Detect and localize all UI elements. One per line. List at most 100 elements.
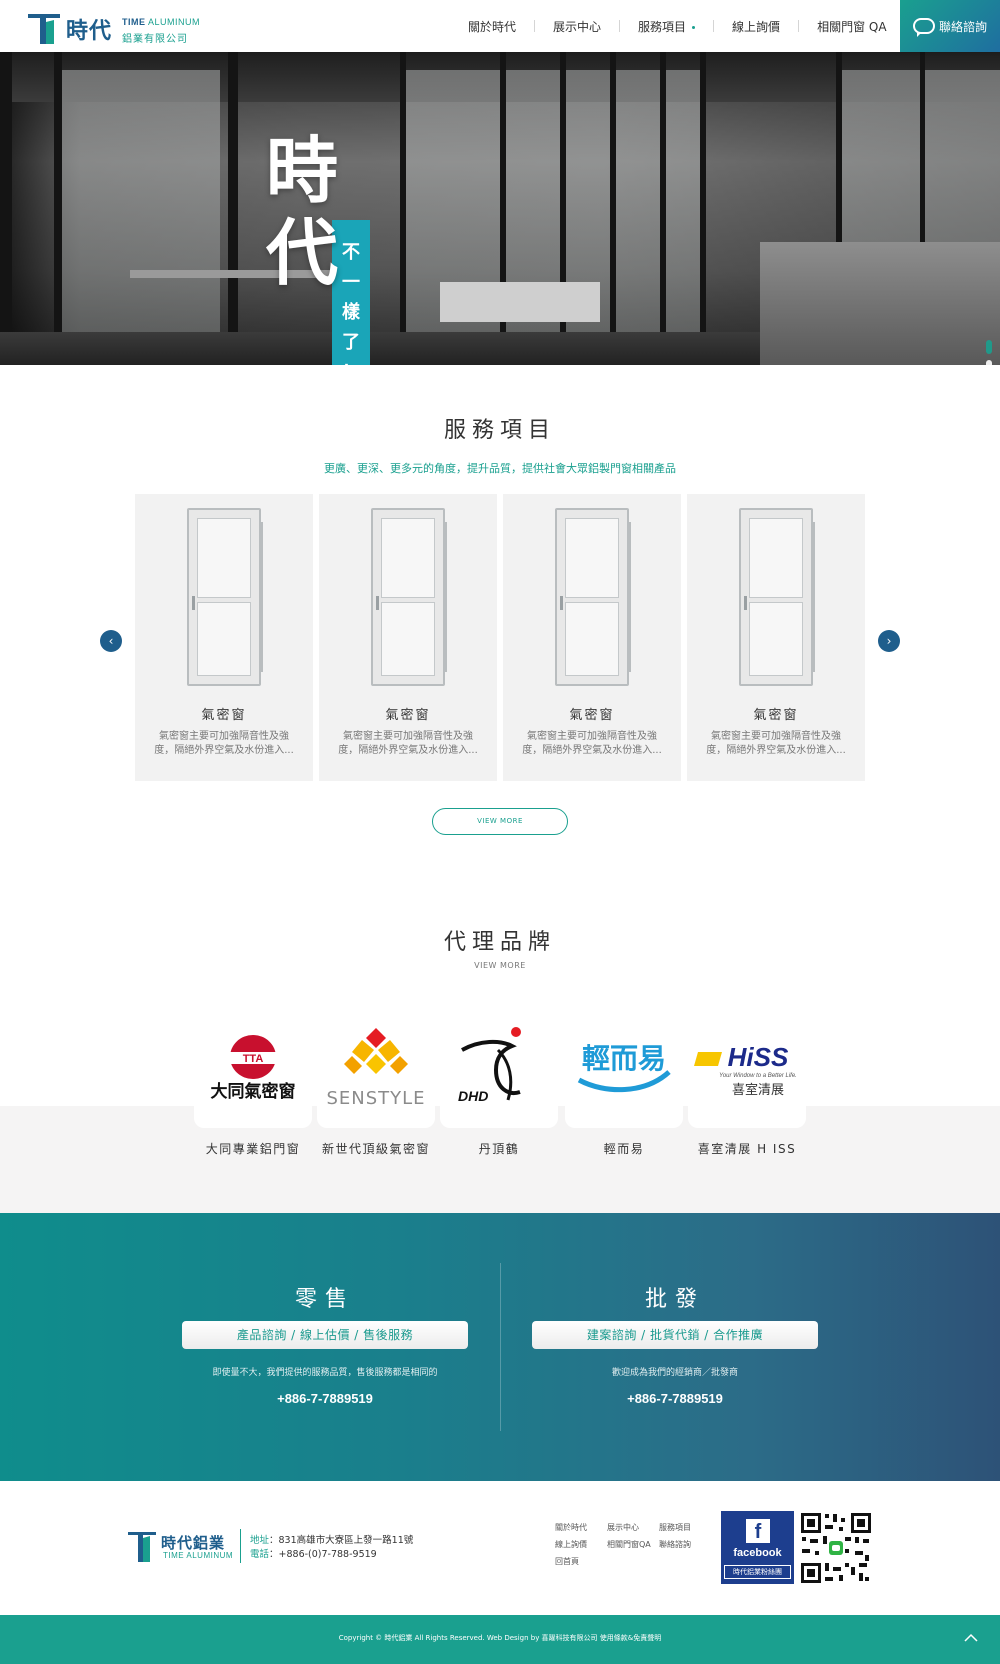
footer-logo-en: TIME ALUMINUM <box>163 1551 233 1560</box>
address-label: 地址 <box>250 1535 270 1546</box>
door-pane <box>749 518 803 598</box>
footer-link-about[interactable]: 關於時代 <box>555 1522 587 1533</box>
dhd-logo-icon: DHD <box>458 1027 521 1104</box>
hero-strip-char: 不 <box>342 242 360 263</box>
hero-frame <box>700 52 706 365</box>
logo-cn-text: 時代 <box>66 19 113 44</box>
door-pane <box>381 518 435 598</box>
hero-counter <box>760 242 1000 365</box>
hiss-logo-tagline: Your Window to a Better Life. <box>719 1073 797 1079</box>
chat-bubble-icon <box>912 18 935 37</box>
carousel-prev-button[interactable]: ‹ <box>100 630 122 652</box>
service-card-desc: 氣密窗主要可加強隔音性及強度，隔絕外界空氣及水份進入... <box>154 731 294 756</box>
logo-en-rest: ALUMINUM <box>148 17 201 27</box>
brand-logo-qingeryi[interactable]: 輕而易 <box>565 1010 683 1128</box>
brand-name[interactable]: 輕而易 <box>554 1140 694 1157</box>
service-card[interactable]: 氣密窗 氣密窗主要可加強隔音性及強度，隔絕外界空氣及水份進入... <box>135 494 313 781</box>
retail-services-button[interactable]: 產品諮詢 / 線上估價 / 售後服務 <box>182 1321 468 1349</box>
footer-link-services[interactable]: 服務項目 <box>659 1522 691 1533</box>
retail-note: 即使量不大，我們提供的服務品質，售後服務都是相同的 <box>212 1368 438 1378</box>
hero-pager-dot[interactable] <box>986 340 992 354</box>
door-handle <box>560 596 563 610</box>
brand-logo-tatung[interactable]: TTA 大同氣密窗 <box>194 1010 312 1128</box>
qr-code-icon <box>799 1511 873 1585</box>
footer-link-qa[interactable]: 相關門窗QA <box>607 1539 651 1550</box>
service-card-title: 氣密窗 <box>569 708 615 723</box>
door-handle <box>192 596 195 610</box>
brand-logo-senstyle[interactable]: SENSTYLE <box>317 1010 435 1128</box>
brand-logo-dhd[interactable]: DHD <box>440 1010 558 1128</box>
band-divider <box>500 1263 501 1431</box>
facebook-wordmark: facebook <box>733 1547 782 1559</box>
footer-logo-cn: 時代鋁業 <box>161 1534 226 1552</box>
service-card-title: 氣密窗 <box>753 708 799 723</box>
footer-link-home[interactable]: 回首頁 <box>555 1556 579 1567</box>
brand-name[interactable]: 大同專業鋁門窗 <box>183 1140 323 1157</box>
door-product-image <box>187 508 263 686</box>
hero-banner: 時 代 不 一 樣 了 ！ <box>0 52 1000 365</box>
brand-name[interactable]: 丹頂鶴 <box>429 1140 569 1157</box>
services-subtitle: 更廣、更深、更多元的角度，提升品質，提供社會大眾鋁製門窗相關產品 <box>324 462 676 475</box>
brand-logo-hiss[interactable]: HiSS Your Window to a Better Life. 喜室清展 <box>688 1010 806 1128</box>
nav-item-qa[interactable]: 相關門窗 QA <box>799 18 904 35</box>
logo-en-bold: TIME <box>122 17 146 27</box>
tatung-logo-text: 大同氣密窗 <box>211 1081 296 1102</box>
retail-phone[interactable]: +886-7-7889519 <box>182 1391 468 1406</box>
door-hinge <box>260 522 263 672</box>
carousel-next-button[interactable]: › <box>878 630 900 652</box>
copyright-bar: Copyright © 時代鋁業 All Rights Reserved. We… <box>0 1615 1000 1664</box>
dhd-logo-text: DHD <box>458 1088 488 1104</box>
nav-item-showroom[interactable]: 展示中心 <box>535 18 619 35</box>
door-handle <box>376 596 379 610</box>
senstyle-logo-icon: SENSTYLE <box>326 1028 425 1109</box>
site-logo[interactable]: 時代 TIME ALUMINUM 鋁業有限公司 <box>26 8 200 46</box>
brand-name[interactable]: 新世代頂級氣密窗 <box>306 1140 446 1157</box>
wholesale-services-button[interactable]: 建案諮詢 / 批貨代銷 / 合作推廣 <box>532 1321 818 1349</box>
site-header: 時代 TIME ALUMINUM 鋁業有限公司 關於時代 展示中心 服務項目 線… <box>0 0 1000 52</box>
hero-frame <box>228 52 238 365</box>
contact-button[interactable]: 聯絡諮詢 <box>900 0 1000 52</box>
dropdown-dot-icon <box>692 25 696 29</box>
footer-contact-info: 地址：831高雄市大寮區上發一路11號 電話：+886-(0)7-788-951… <box>250 1534 413 1562</box>
hero-frame <box>54 52 62 365</box>
wholesale-phone[interactable]: +886-7-7889519 <box>532 1391 818 1406</box>
hero-title: 時 代 <box>266 130 340 294</box>
nav-item-quote[interactable]: 線上詢價 <box>714 18 798 35</box>
wholesale-note: 歡迎成為我們的經銷商／批發商 <box>611 1368 738 1378</box>
door-pane <box>749 602 803 676</box>
service-card[interactable]: 氣密窗 氣密窗主要可加強隔音性及強度，隔絕外界空氣及水份進入... <box>503 494 681 781</box>
service-card-desc: 氣密窗主要可加強隔音性及強度，隔絕外界空氣及水份進入... <box>338 731 478 756</box>
hero-frame <box>610 52 616 365</box>
footer-logo-mark-icon <box>128 1532 156 1562</box>
footer-link-showroom[interactable]: 展示中心 <box>607 1522 639 1533</box>
door-pane <box>381 602 435 676</box>
facebook-icon: f <box>746 1519 770 1543</box>
nav-item-about[interactable]: 關於時代 <box>450 18 534 35</box>
services-view-more-button[interactable]: VIEW MORE <box>432 808 568 835</box>
footer-address: 地址：831高雄市大寮區上發一路11號 <box>250 1534 413 1548</box>
logo-sub-text: 鋁業有限公司 <box>122 34 188 45</box>
service-card[interactable]: 氣密窗 氣密窗主要可加強隔音性及強度，隔絕外界空氣及水份進入... <box>687 494 865 781</box>
door-product-image <box>371 508 447 686</box>
brands-title: 代理品牌 <box>443 930 556 955</box>
back-to-top-icon[interactable] <box>964 1631 978 1645</box>
service-card-desc: 氣密窗主要可加強隔音性及強度，隔絕外界空氣及水份進入... <box>522 731 662 756</box>
brands-view-more-link[interactable]: VIEW MORE <box>0 961 1000 970</box>
footer-link-contact[interactable]: 聯絡諮詢 <box>659 1539 691 1550</box>
hero-pager-dot[interactable] <box>986 360 992 365</box>
door-pane <box>197 518 251 598</box>
hero-strip-text: 不 一 樣 了 ！ <box>334 238 368 365</box>
facebook-fanpage-link[interactable]: f facebook 時代鋁業粉絲團 <box>721 1511 794 1584</box>
nav-item-services[interactable]: 服務項目 <box>620 18 713 35</box>
door-hinge <box>812 522 815 672</box>
footer-logo-en-bold: TIME <box>163 1551 185 1560</box>
brand-name[interactable]: 喜室清展 H ISS <box>677 1140 817 1157</box>
footer-link-quote[interactable]: 線上詢價 <box>555 1539 587 1550</box>
phone-value[interactable]: ：+886-(0)7-788-9519 <box>269 1549 377 1560</box>
hero-frame <box>0 52 12 365</box>
address-value: ：831高雄市大寮區上發一路11號 <box>269 1535 414 1546</box>
door-pane <box>197 602 251 676</box>
hero-sofa <box>440 282 600 322</box>
service-card[interactable]: 氣密窗 氣密窗主要可加強隔音性及強度，隔絕外界空氣及水份進入... <box>319 494 497 781</box>
footer-logo[interactable]: 時代鋁業 TIME ALUMINUM <box>127 1529 233 1565</box>
